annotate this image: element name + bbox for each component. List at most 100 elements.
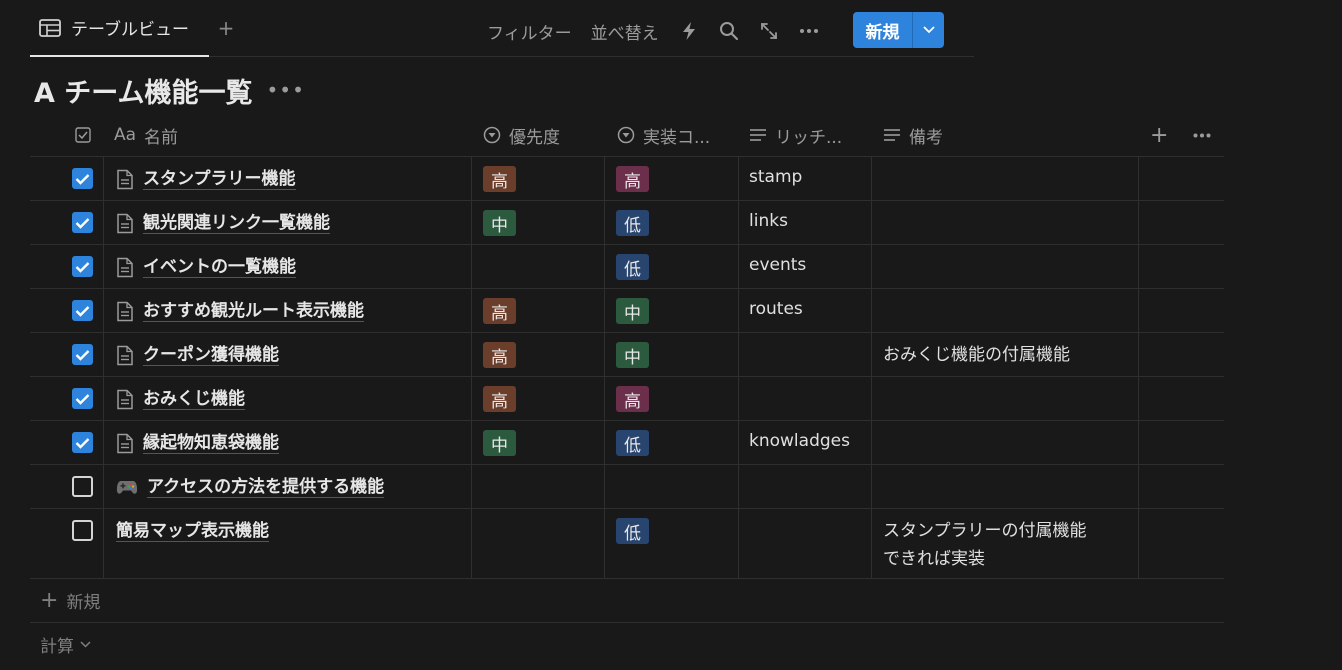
cost-tag[interactable]: 高 xyxy=(616,386,649,412)
table-header: Aa 名前 優先度 実装コ... リッチ... 備考 + xyxy=(30,113,1224,157)
sort-button[interactable]: 並べ替え xyxy=(591,19,659,44)
column-header-name[interactable]: Aa 名前 xyxy=(114,113,469,157)
note-cell[interactable]: おみくじ機能の付属機能 xyxy=(883,341,1070,369)
table-row[interactable]: 観光関連リンク一覧機能 中 低 links xyxy=(30,201,1224,245)
priority-tag[interactable]: 中 xyxy=(483,430,516,456)
chevron-down-icon xyxy=(80,641,91,648)
rich-text-cell[interactable]: stamp xyxy=(749,167,802,187)
table-row[interactable]: 簡易マップ表示機能 低 スタンプラリーの付属機能 できれば実装 xyxy=(30,509,1224,579)
row-name-cell[interactable]: クーポン獲得機能 xyxy=(116,343,279,367)
new-dropdown-button[interactable] xyxy=(913,12,944,48)
table-row[interactable]: クーポン獲得機能 高 中 おみくじ機能の付属機能 xyxy=(30,333,1224,377)
text-lines-icon xyxy=(750,129,766,141)
row-name-text: おみくじ機能 xyxy=(143,388,245,410)
checkbox-unchecked[interactable] xyxy=(72,476,93,497)
rich-text-cell[interactable]: routes xyxy=(749,299,803,319)
text-lines-icon xyxy=(884,129,900,141)
table-row[interactable]: 縁起物知恵袋機能 中 低 knowladges xyxy=(30,421,1224,465)
check-icon xyxy=(75,393,90,405)
checkbox-checked[interactable] xyxy=(72,168,93,189)
row-name-cell[interactable]: 縁起物知恵袋機能 xyxy=(116,431,279,455)
note-line: おみくじ機能の付属機能 xyxy=(883,345,1070,365)
checkbox-checked[interactable] xyxy=(72,212,93,233)
priority-tag[interactable]: 中 xyxy=(483,210,516,236)
row-name-cell[interactable]: おみくじ機能 xyxy=(116,387,245,411)
row-name-text: クーポン獲得機能 xyxy=(143,344,279,366)
rich-text-cell[interactable]: events xyxy=(749,255,806,275)
page-icon xyxy=(117,301,133,321)
title-more-icon[interactable]: ••• xyxy=(267,78,305,102)
select-all-checkbox[interactable] xyxy=(75,113,91,157)
rich-text-cell[interactable]: knowladges xyxy=(749,431,850,451)
rich-text-cell[interactable]: links xyxy=(749,211,788,231)
tab-table-view[interactable]: テーブルビュー xyxy=(30,0,209,57)
row-name-text: スタンプラリー機能 xyxy=(143,168,296,190)
cost-tag[interactable]: 低 xyxy=(616,210,649,236)
row-name-cell[interactable]: アクセスの方法を提供する機能 xyxy=(116,475,385,499)
toolbar: フィルター 並べ替え xyxy=(487,13,838,49)
new-button[interactable]: 新規 xyxy=(853,12,913,48)
add-row-button[interactable]: + 新規 xyxy=(30,579,1224,623)
row-name-text: 簡易マップ表示機能 xyxy=(116,520,269,542)
row-name-cell[interactable]: 観光関連リンク一覧機能 xyxy=(116,211,330,235)
row-name-text: 観光関連リンク一覧機能 xyxy=(143,212,330,234)
page-icon xyxy=(117,345,133,365)
checkbox-checked[interactable] xyxy=(72,256,93,277)
column-label: 実装コ... xyxy=(643,127,711,148)
table-row[interactable]: おみくじ機能 高 高 xyxy=(30,377,1224,421)
note-line: スタンプラリーの付属機能 xyxy=(883,521,1087,541)
column-label: リッチ... xyxy=(775,127,843,148)
priority-tag[interactable]: 高 xyxy=(483,386,516,412)
add-column-icon[interactable]: + xyxy=(1150,113,1168,157)
text-type-icon: Aa xyxy=(114,125,137,145)
checkbox-checked[interactable] xyxy=(72,300,93,321)
page-icon xyxy=(117,257,133,277)
automation-lightning-icon[interactable] xyxy=(678,20,700,42)
cost-tag[interactable]: 中 xyxy=(616,298,649,324)
column-label: 優先度 xyxy=(509,127,560,148)
row-name-cell[interactable]: おすすめ観光ルート表示機能 xyxy=(116,299,364,323)
chevron-down-icon xyxy=(922,26,935,34)
checkbox-unchecked[interactable] xyxy=(72,520,93,541)
cost-tag[interactable]: 高 xyxy=(616,166,649,192)
check-icon xyxy=(75,305,90,317)
filter-button[interactable]: フィルター xyxy=(487,19,572,44)
table-row[interactable]: おすすめ観光ルート表示機能 高 中 routes xyxy=(30,289,1224,333)
column-label: 備考 xyxy=(909,127,943,148)
priority-tag[interactable]: 高 xyxy=(483,298,516,324)
cost-tag[interactable]: 低 xyxy=(616,254,649,280)
column-more-icon[interactable] xyxy=(1193,113,1211,157)
note-cell[interactable]: スタンプラリーの付属機能 できれば実装 xyxy=(883,517,1087,573)
column-header-note[interactable]: 備考 xyxy=(883,113,1083,157)
checkbox-checked[interactable] xyxy=(72,344,93,365)
new-button-group: 新規 xyxy=(853,12,944,48)
plus-icon: + xyxy=(40,587,59,613)
priority-tag[interactable]: 高 xyxy=(483,166,516,192)
table-row[interactable]: イベントの一覧機能 低 events xyxy=(30,245,1224,289)
page-icon xyxy=(117,433,133,453)
checkbox-checked[interactable] xyxy=(72,432,93,453)
row-name-cell[interactable]: イベントの一覧機能 xyxy=(116,255,296,279)
column-header-cost[interactable]: 実装コ... xyxy=(617,113,737,157)
more-options-icon[interactable] xyxy=(798,20,820,42)
row-name-cell[interactable]: 簡易マップ表示機能 xyxy=(116,519,269,543)
row-name-text: おすすめ観光ルート表示機能 xyxy=(143,300,364,322)
page-icon xyxy=(117,389,133,409)
checkbox-checked[interactable] xyxy=(72,388,93,409)
cost-tag[interactable]: 中 xyxy=(616,342,649,368)
check-icon xyxy=(75,261,90,273)
expand-icon[interactable] xyxy=(758,20,780,42)
column-header-rich[interactable]: リッチ... xyxy=(749,113,869,157)
check-icon xyxy=(75,217,90,229)
cost-tag[interactable]: 低 xyxy=(616,430,649,456)
column-header-priority[interactable]: 優先度 xyxy=(483,113,603,157)
table-row[interactable]: アクセスの方法を提供する機能 xyxy=(30,465,1224,509)
add-view-icon[interactable]: + xyxy=(216,18,236,38)
add-row-label: 新規 xyxy=(66,593,101,613)
priority-tag[interactable]: 高 xyxy=(483,342,516,368)
search-icon[interactable] xyxy=(718,20,740,42)
table-row[interactable]: スタンプラリー機能 高 高 stamp xyxy=(30,157,1224,201)
row-name-cell[interactable]: スタンプラリー機能 xyxy=(116,167,296,191)
calculate-button[interactable]: 計算 xyxy=(40,632,91,657)
cost-tag[interactable]: 低 xyxy=(616,518,649,544)
